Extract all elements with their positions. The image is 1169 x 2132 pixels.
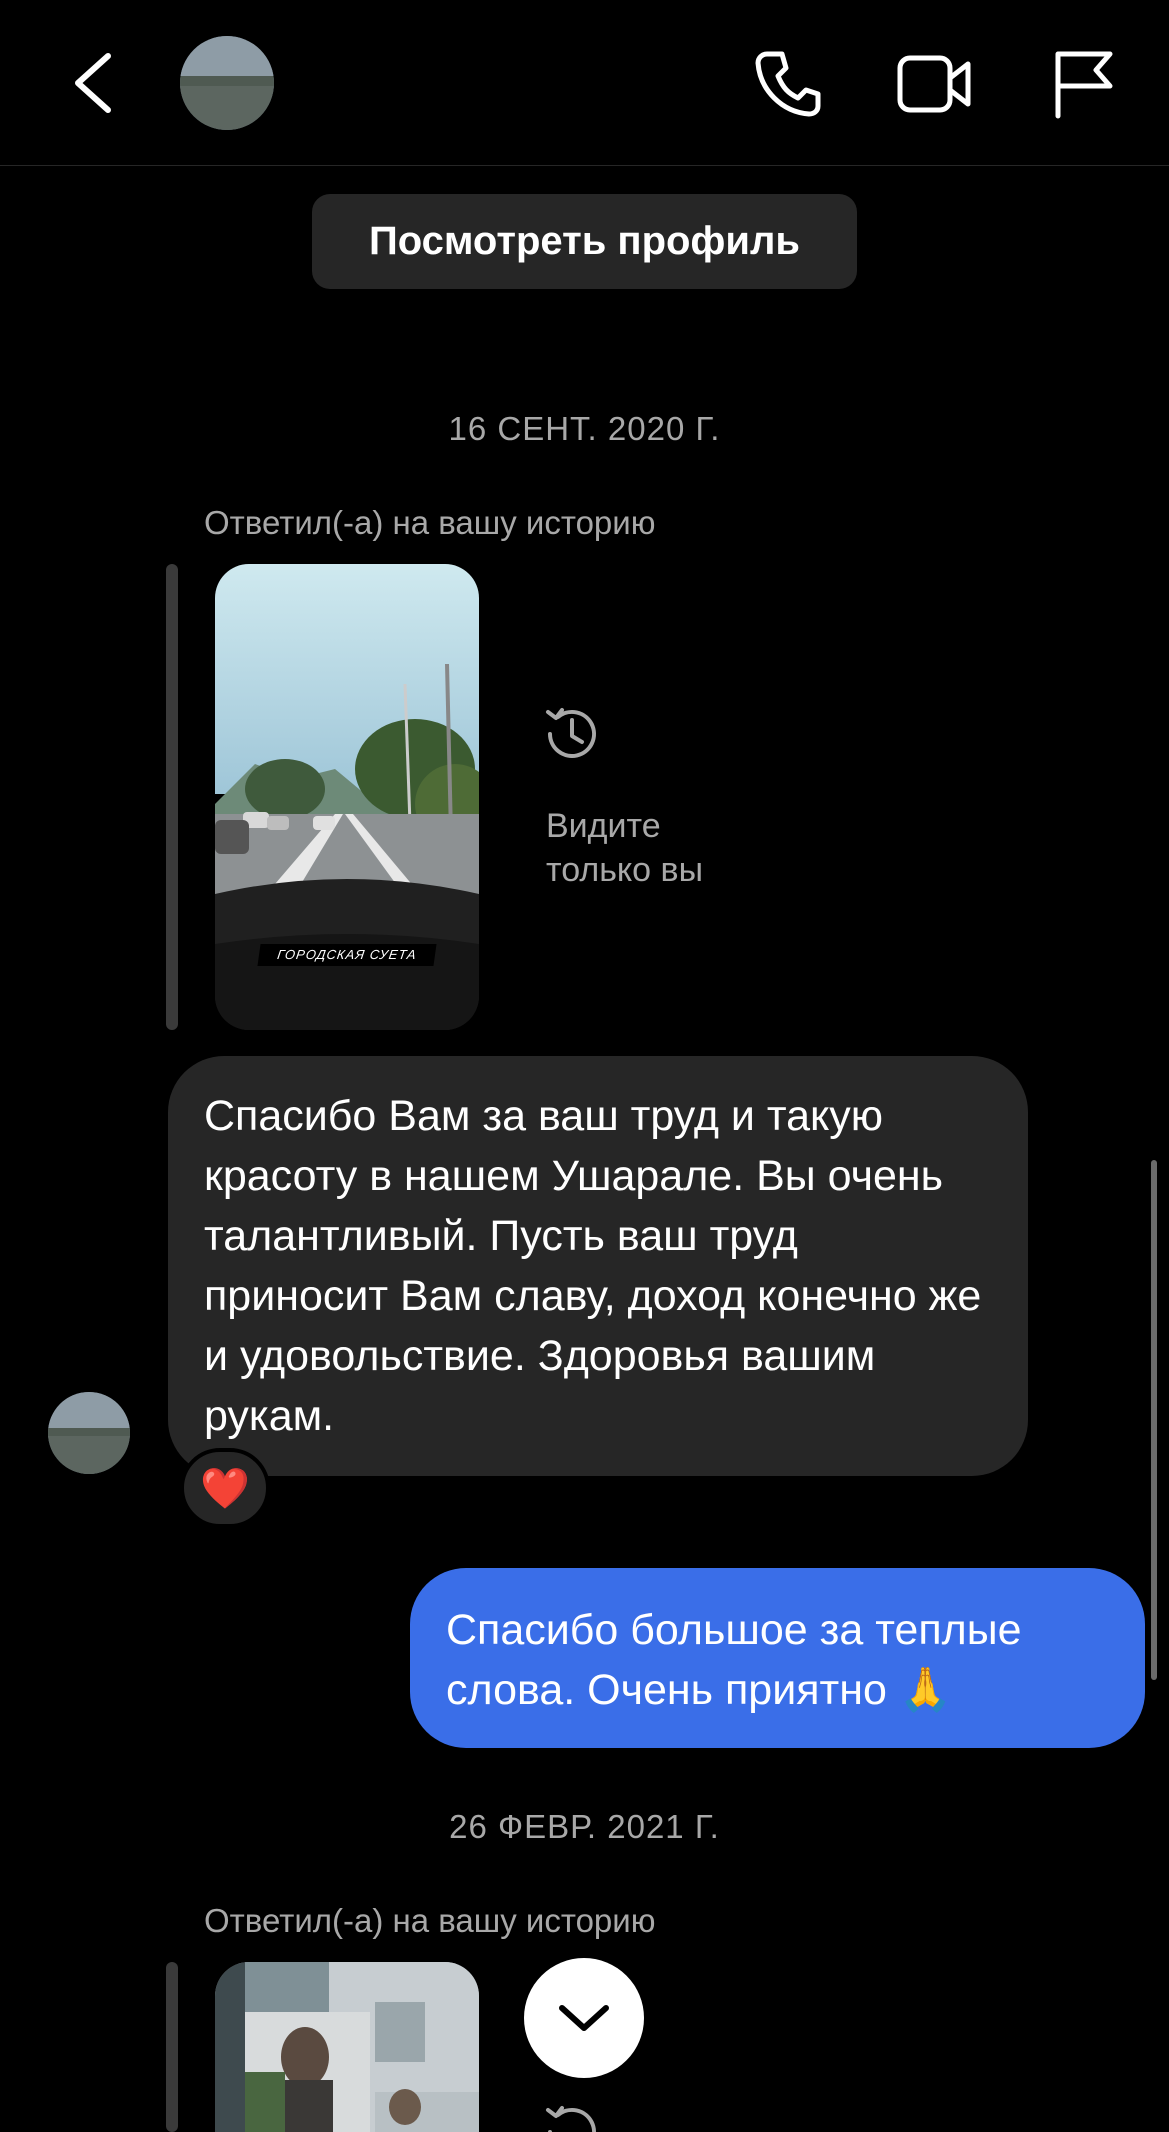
date-separator: 26 ФЕВР. 2021 Г. <box>449 1808 720 1845</box>
chevron-left-icon <box>75 53 111 113</box>
phone-icon <box>755 51 821 117</box>
date-separator: 16 СЕНТ. 2020 Г. <box>448 410 721 447</box>
flag-icon <box>1055 51 1113 119</box>
incoming-message-text: Спасибо Вам за ваш труд и такую красоту … <box>204 1092 982 1440</box>
history-clock-icon <box>546 708 596 758</box>
story-reply-label: Ответил(-а) на вашу историю <box>204 1902 656 1939</box>
reply-quote-bar <box>166 564 178 1030</box>
video-call-button[interactable] <box>896 52 974 116</box>
outgoing-message[interactable]: Спасибо большое за теплые слова. Очень п… <box>410 1568 1145 1748</box>
story-thumbnail[interactable]: ГОРОДСКАЯ СУЕТА <box>215 564 479 1030</box>
chevron-down-icon <box>559 2005 609 2031</box>
story-reply-label: Ответил(-а) на вашу историю <box>204 504 656 541</box>
incoming-message[interactable]: Спасибо Вам за ваш труд и такую красоту … <box>168 1056 1028 1476</box>
heart-reaction[interactable]: ❤️ <box>180 1448 270 1528</box>
audio-call-button[interactable] <box>752 48 824 120</box>
reply-quote-bar <box>166 1962 178 2132</box>
story-caption: ГОРОДСКАЯ СУЕТА <box>257 944 437 966</box>
story-thumbnail[interactable] <box>215 1962 479 2132</box>
visibility-note: Видите только вы <box>546 807 704 889</box>
outgoing-message-text: Спасибо большое за теплые слова. Очень п… <box>446 1606 1022 1714</box>
header-avatar[interactable] <box>180 36 274 130</box>
sender-avatar[interactable] <box>48 1392 130 1474</box>
history-clock-icon <box>546 2106 596 2132</box>
report-button[interactable] <box>1050 48 1116 120</box>
scrollbar[interactable] <box>1151 1160 1157 1680</box>
chat-header <box>0 0 1169 166</box>
back-button[interactable] <box>66 48 126 118</box>
scroll-to-bottom-button[interactable] <box>524 1958 644 2078</box>
chat-username[interactable] <box>320 52 640 108</box>
view-profile-button[interactable]: Посмотреть профиль <box>312 194 857 289</box>
video-camera-icon <box>897 55 971 113</box>
